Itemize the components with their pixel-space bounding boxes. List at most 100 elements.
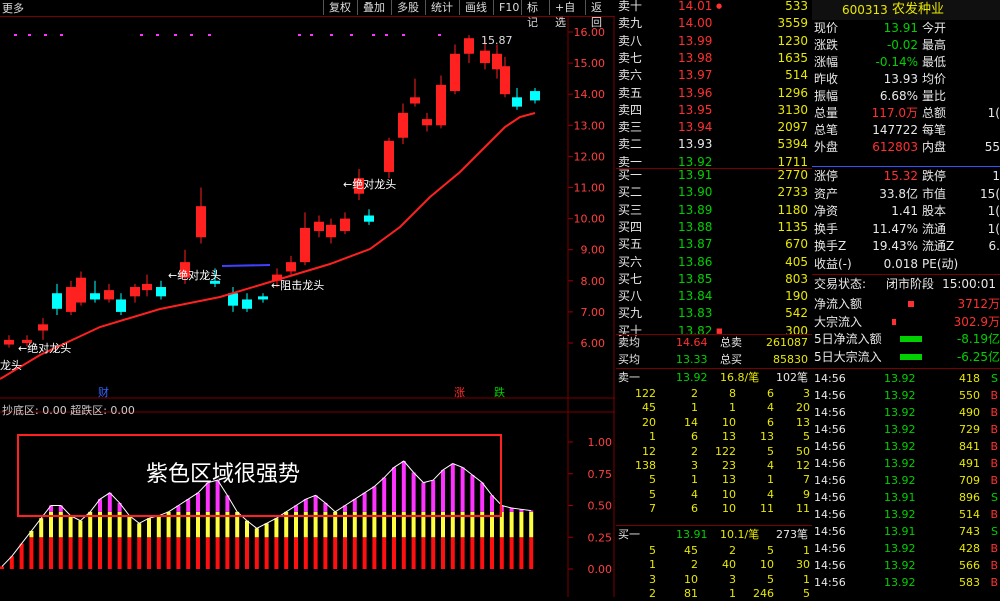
summary-label: 总卖	[720, 336, 742, 349]
bids-row[interactable]: 买八 13.84 190	[616, 288, 812, 305]
indicator-bar	[254, 528, 259, 538]
bids-label: 买九	[618, 306, 643, 321]
toolbar-button-f10[interactable]: F10	[493, 0, 521, 15]
limit-up-marker[interactable]: 涨	[454, 384, 465, 400]
flow-row: 5日大宗流入 -6.25亿	[812, 349, 1000, 366]
candle-body	[436, 84, 446, 126]
tick-side: B	[990, 474, 998, 487]
asks-price: 14.01	[678, 0, 713, 13]
bids-label: 买四	[618, 219, 643, 234]
asks-volume: 3559	[777, 16, 808, 31]
bids-row[interactable]: 买九 13.83 542	[616, 305, 812, 322]
indicator-bar	[0, 566, 4, 569]
asks-row[interactable]: 卖三 13.94 2097	[616, 119, 812, 136]
bids-row[interactable]: 买三 13.89 1180	[616, 202, 812, 219]
toolbar-button-stats[interactable]: 统计	[425, 0, 459, 15]
queue-cell: 9	[803, 487, 810, 501]
queue-cell: 4	[691, 487, 698, 501]
queue-row: 1 2 40 10 30	[616, 558, 812, 572]
asks-row[interactable]: 卖六 13.97 514	[616, 67, 812, 84]
toolbar-button-draw[interactable]: 画线	[459, 0, 493, 15]
bids-price: 13.84	[678, 289, 713, 304]
price-axis-label: 16.00	[574, 26, 606, 39]
stock-name: 农发种业	[892, 2, 945, 17]
toolbar-button-mark[interactable]: 标记	[521, 0, 549, 29]
quote-label: 股本	[922, 204, 947, 218]
bids-label: 买三	[618, 202, 643, 217]
queue-cell: 5	[803, 587, 810, 601]
indicator-bar	[127, 537, 132, 569]
toolbar-button-fuquan[interactable]: 复权	[323, 0, 357, 15]
asks-price: 13.94	[678, 120, 713, 135]
tick-price: 13.92	[884, 457, 916, 470]
asks-volume: 2097	[777, 120, 808, 135]
candle-body	[104, 290, 114, 300]
quote-row: 总笔 147722 每笔	[812, 122, 1000, 139]
signal-dot	[140, 34, 143, 36]
price-axis-label: 8.00	[581, 275, 606, 288]
toolbar-button-overlay[interactable]: 叠加	[357, 0, 391, 15]
bids-row[interactable]: 买七 13.85 803	[616, 271, 812, 288]
bids-price: 13.90	[678, 185, 713, 200]
more-menu[interactable]: 更多	[2, 0, 24, 16]
candle-body	[196, 206, 206, 238]
indicator-bar	[519, 511, 524, 538]
limit-down-marker[interactable]: 跌	[494, 384, 505, 400]
queue-cell: 3	[649, 572, 656, 586]
bids-row[interactable]: 买四 13.88 1135	[616, 219, 812, 236]
queue-row: 12 2 122 5 50	[616, 445, 812, 459]
asks-row[interactable]: 卖四 13.95 3130	[616, 102, 812, 119]
quote-row: 振幅 6.68% 量比	[812, 88, 1000, 105]
asks-row[interactable]: 卖七 13.98 1635	[616, 50, 812, 67]
bids-row[interactable]: 买五 13.87 670	[616, 236, 812, 253]
toolbar-button-back[interactable]: 返回	[585, 0, 615, 29]
asks-row[interactable]: 卖五 13.96 1296	[616, 85, 812, 102]
quote-value: 19.43%	[872, 239, 918, 253]
indicator-bar	[509, 537, 514, 569]
queue-cell: 14	[684, 415, 698, 429]
chart-annotation: ←阻击龙头	[271, 279, 325, 292]
tick-row: 14:56 13.92 566 B	[812, 557, 1000, 574]
queue-cell: 1	[767, 473, 774, 487]
finance-marker[interactable]: 财	[98, 384, 109, 400]
signal-dot	[174, 34, 177, 36]
tick-side: S	[991, 491, 998, 504]
queue-label: 买一	[618, 528, 640, 541]
reference-line	[221, 264, 271, 267]
bids-label: 买一	[618, 168, 643, 182]
queue-avg: 10.1/笔	[720, 528, 760, 541]
bids-row[interactable]: 买一 13.91 2770	[616, 167, 812, 184]
signal-dot	[385, 34, 388, 36]
toolbar-button-multi[interactable]: 多股	[391, 0, 425, 15]
quote-value: 33.8亿	[879, 186, 918, 201]
tick-row: 14:56 13.91 743 S	[812, 523, 1000, 540]
toolbar-button-add-watchlist[interactable]: +自选	[549, 0, 585, 29]
indicator-bar	[401, 537, 406, 569]
indicator-bar	[245, 537, 249, 569]
tick-volume: 550	[959, 389, 980, 402]
tick-price: 13.92	[884, 372, 916, 385]
indicator-bar	[49, 537, 53, 569]
quote-row: 现价 13.91 今开	[812, 20, 1000, 37]
indicator-bar	[333, 537, 338, 569]
bids-row[interactable]: 买六 13.86 405	[616, 254, 812, 271]
queue-cell: 6	[767, 415, 774, 429]
bids-row[interactable]: 买二 13.90 2733	[616, 184, 812, 201]
asks-row[interactable]: 卖八 13.99 1230	[616, 33, 812, 50]
asks-row[interactable]: 卖十 14.01 ● 533	[616, 0, 812, 15]
tick-volume: 418	[959, 372, 980, 385]
indicator-bar	[39, 537, 44, 569]
tick-volume: 428	[959, 542, 980, 555]
queue-cell: 5	[803, 430, 810, 444]
queue-cell: 13	[722, 473, 736, 487]
tick-side: B	[990, 576, 998, 589]
trade-status-value: 闭市阶段	[886, 277, 935, 291]
indicator-bar	[137, 537, 142, 569]
asks-row[interactable]: 卖二 13.93 5394	[616, 136, 812, 153]
asks-row[interactable]: 卖九 14.00 3559	[616, 15, 812, 32]
quote-info-panel: 600313 农发种业 现价 13.91 今开 涨跌 -0.02 最高 涨幅 -0.14% 最低…	[812, 0, 1000, 597]
bids-price: 13.88	[678, 219, 713, 234]
tick-side: B	[990, 423, 998, 436]
quote-value: -0.14%	[875, 55, 918, 69]
queue-cell: 5	[649, 473, 656, 487]
